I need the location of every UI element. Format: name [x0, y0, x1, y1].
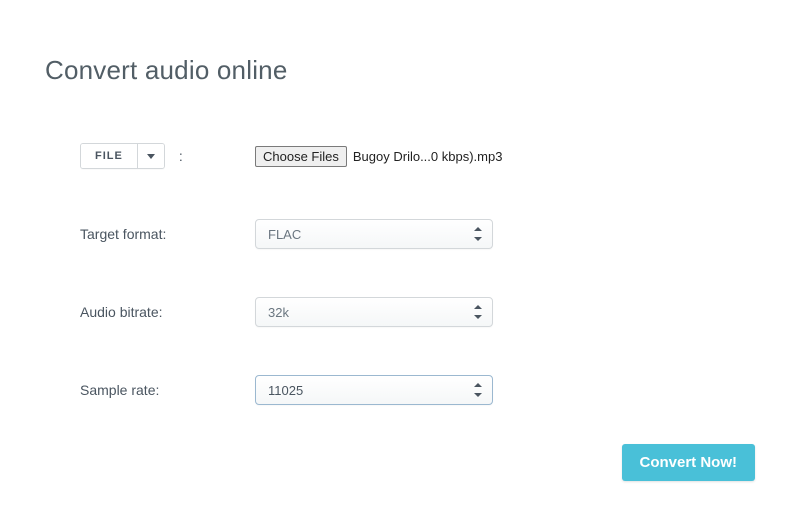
sample-rate-label: Sample rate: [80, 382, 159, 398]
convert-now-button[interactable]: Convert Now! [622, 444, 756, 481]
selected-filename: Bugoy Drilo...0 kbps).mp3 [353, 149, 503, 164]
audio-bitrate-row: Audio bitrate: 32k [80, 297, 755, 327]
audio-bitrate-label: Audio bitrate: [80, 304, 163, 320]
sample-rate-row: Sample rate: 11025 [80, 375, 755, 405]
file-colon: : [179, 148, 183, 164]
target-format-value: FLAC [268, 227, 301, 242]
page-title: Convert audio online [45, 55, 755, 86]
updown-icon [474, 305, 482, 319]
sample-rate-value: 11025 [268, 383, 303, 398]
target-format-label: Target format: [80, 226, 166, 242]
file-source-dropdown[interactable]: FILE [80, 143, 165, 169]
file-row: FILE : Choose Files Bugoy Drilo...0 kbps… [80, 141, 755, 171]
choose-files-button[interactable]: Choose Files [255, 146, 347, 167]
target-format-row: Target format: FLAC [80, 219, 755, 249]
file-source-button[interactable]: FILE [81, 144, 137, 168]
convert-form: FILE : Choose Files Bugoy Drilo...0 kbps… [45, 141, 755, 405]
sample-rate-select[interactable]: 11025 [255, 375, 493, 405]
caret-down-icon [147, 154, 155, 159]
audio-bitrate-select[interactable]: 32k [255, 297, 493, 327]
file-source-caret[interactable] [137, 144, 164, 168]
audio-bitrate-value: 32k [268, 305, 289, 320]
target-format-select[interactable]: FLAC [255, 219, 493, 249]
updown-icon [474, 383, 482, 397]
updown-icon [474, 227, 482, 241]
